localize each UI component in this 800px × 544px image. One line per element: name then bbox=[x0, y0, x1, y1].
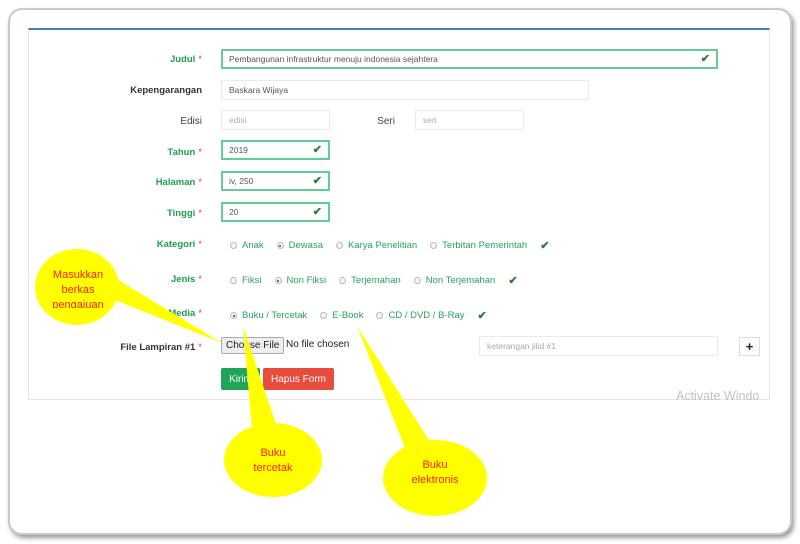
callout-upload-text: Masukkan berkas pengajuan bbox=[52, 269, 104, 308]
callout-pointer bbox=[243, 326, 278, 430]
callout-pointer bbox=[357, 326, 430, 448]
callout-ebook-text: Buku elektronis bbox=[411, 459, 459, 486]
callout-printed-text: Buku tercetak bbox=[253, 447, 293, 474]
